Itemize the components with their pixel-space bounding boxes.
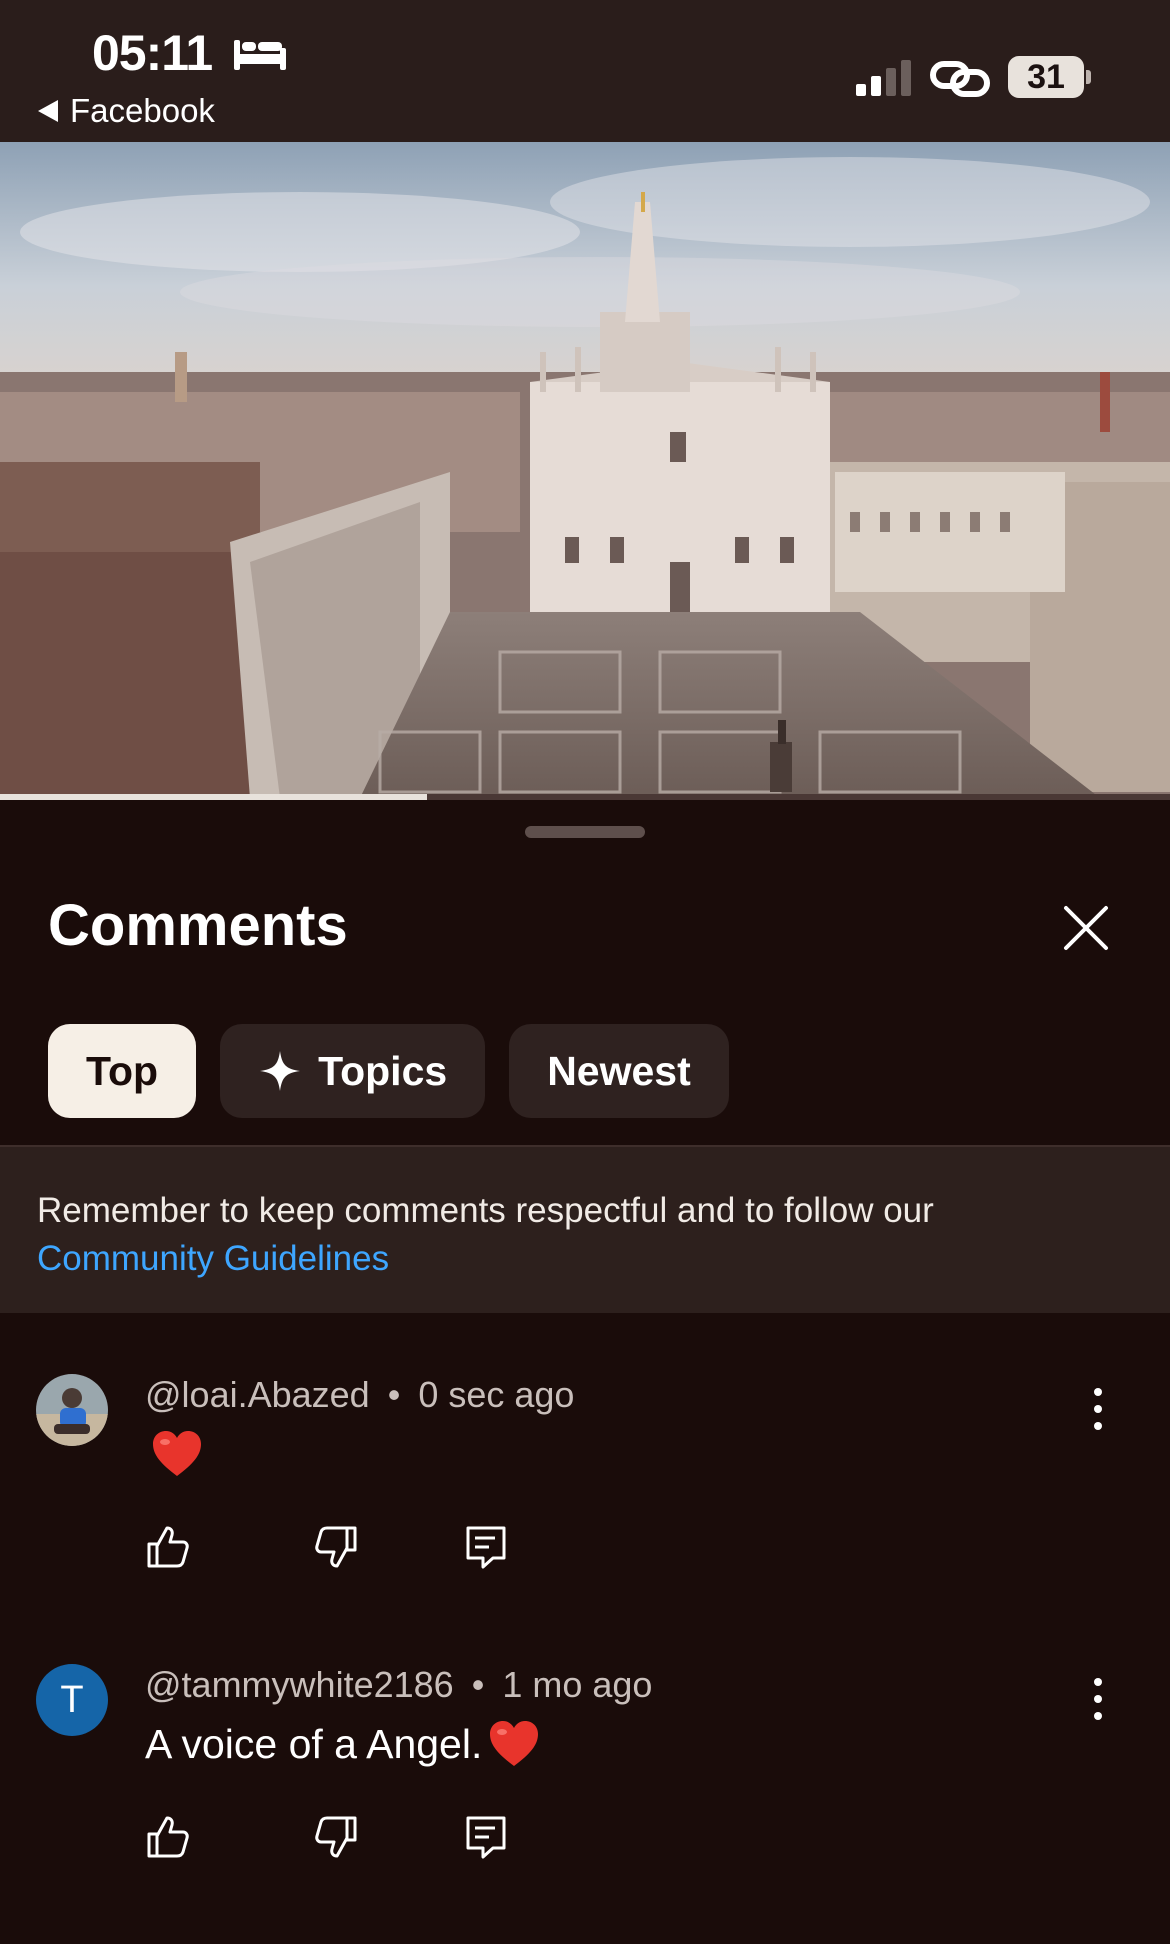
heart-emoji-icon [490, 1721, 539, 1766]
more-options-icon[interactable] [1086, 1384, 1110, 1434]
comment-time: 0 sec ago [418, 1374, 575, 1415]
comment-body [145, 1430, 203, 1478]
comment-body: A voice of a Angel. [145, 1720, 540, 1768]
comment-time: 1 mo ago [502, 1664, 653, 1705]
like-icon[interactable] [145, 1814, 191, 1860]
comment-author[interactable]: @tammywhite2186 [145, 1664, 454, 1705]
chip-topics-label: Topics [318, 1047, 448, 1094]
sheet-title: Comments [48, 893, 348, 958]
reply-icon[interactable] [463, 1814, 509, 1860]
more-options-icon[interactable] [1086, 1674, 1110, 1724]
sort-chips: Top Topics Newest [48, 1024, 729, 1118]
like-icon[interactable] [145, 1524, 191, 1570]
chip-newest[interactable]: Newest [509, 1024, 729, 1118]
reply-icon[interactable] [463, 1524, 509, 1570]
chip-newest-label: Newest [547, 1047, 691, 1094]
chip-top-label: Top [86, 1047, 159, 1094]
video-frame-cathedral [0, 142, 1170, 798]
battery-level: 31 [1008, 56, 1084, 98]
video-player[interactable] [0, 142, 1170, 798]
sleep-focus-icon [234, 40, 286, 70]
close-icon[interactable] [1060, 902, 1112, 954]
dislike-icon[interactable] [313, 1524, 359, 1570]
avatar-photo [36, 1374, 108, 1446]
cellular-signal-icon [856, 60, 911, 96]
back-app-label: Facebook [70, 92, 215, 129]
personal-hotspot-icon [930, 61, 990, 97]
community-notice: Remember to keep comments respectful and… [0, 1145, 1170, 1313]
notice-text: Remember to keep comments respectful and… [37, 1191, 934, 1230]
battery-nub [1086, 70, 1091, 84]
comment-author[interactable]: @loai.Abazed [145, 1374, 370, 1415]
avatar[interactable]: T [36, 1664, 108, 1736]
chip-top[interactable]: Top [48, 1024, 197, 1118]
comment-item: @loai.Abazed • 0 sec ago [0, 1374, 1170, 1654]
comment-item: T @tammywhite2186 • 1 mo ago A voice of … [0, 1664, 1170, 1944]
meta-separator: • [387, 1374, 401, 1415]
sparkle-icon [260, 1051, 301, 1091]
avatar[interactable] [36, 1374, 108, 1446]
dislike-icon[interactable] [313, 1814, 359, 1860]
status-time: 05:11 [92, 25, 213, 81]
status-bar: 05:11 Facebook 31 [0, 0, 1170, 142]
comment-meta: @tammywhite2186 • 1 mo ago [145, 1664, 652, 1706]
heart-emoji-icon [153, 1431, 201, 1476]
comment-text: A voice of a Angel. [145, 1720, 483, 1767]
back-to-app-link[interactable]: Facebook [38, 92, 215, 130]
drag-handle[interactable] [525, 826, 645, 838]
comment-meta: @loai.Abazed • 0 sec ago [145, 1374, 574, 1416]
community-guidelines-link[interactable]: Community Guidelines [37, 1239, 389, 1278]
back-arrow-icon [38, 100, 58, 122]
chip-topics[interactable]: Topics [220, 1024, 486, 1118]
meta-separator: • [471, 1664, 485, 1705]
